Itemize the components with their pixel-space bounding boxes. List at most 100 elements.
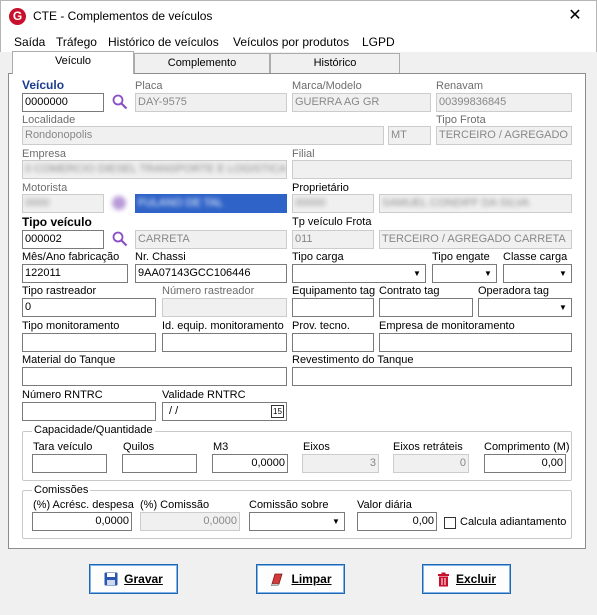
quilos-label: Quilos bbox=[123, 441, 155, 453]
placa-field: DAY-9575 bbox=[135, 93, 287, 112]
save-icon bbox=[104, 572, 118, 586]
empresa-monitoramento-input[interactable] bbox=[379, 333, 572, 352]
capacidade-title: Capacidade/Quantidade bbox=[32, 424, 155, 436]
localidade-label: Localidade bbox=[22, 114, 76, 126]
search-icon[interactable] bbox=[112, 231, 128, 247]
tipo-rastreador-label: Tipo rastreador bbox=[22, 285, 97, 297]
tipo-monitoramento-label: Tipo monitoramento bbox=[22, 320, 120, 332]
classe-carga-label: Classe carga bbox=[503, 251, 568, 263]
veiculo-code-input[interactable]: 0000000 bbox=[22, 93, 104, 112]
menu-historico-veiculos[interactable]: Histórico de veículos bbox=[108, 35, 219, 49]
acresc-input[interactable]: 0,0000 bbox=[32, 512, 132, 531]
gravar-button[interactable]: Gravar bbox=[89, 564, 178, 594]
tp-veiculo-frota-label: Tp veículo Frota bbox=[292, 216, 372, 228]
comissoes-title: Comissões bbox=[32, 484, 91, 496]
valor-diaria-input[interactable]: 0,00 bbox=[357, 512, 437, 531]
chassi-input[interactable]: 9AA07143GCC106446 bbox=[135, 264, 287, 283]
excluir-button[interactable]: Excluir bbox=[422, 564, 511, 594]
tipo-engate-select[interactable]: ▼ bbox=[432, 264, 497, 283]
proprietario-code-field: 00000 bbox=[292, 194, 374, 213]
prov-tecno-label: Prov. tecno. bbox=[292, 320, 350, 332]
motorista-name-field[interactable]: FULANO DE TAL bbox=[135, 194, 287, 213]
contrato-tag-label: Contrato tag bbox=[379, 285, 440, 297]
eixos-retrateis-field: 0 bbox=[393, 454, 469, 473]
equipamento-tag-input[interactable] bbox=[292, 298, 374, 317]
valor-diaria-label: Valor diária bbox=[357, 499, 412, 511]
uf-field: MT bbox=[388, 126, 431, 145]
renavam-field: 00399836845 bbox=[436, 93, 572, 112]
proprietario-code-value: 00000 bbox=[295, 197, 326, 209]
tipo-carga-select[interactable]: ▼ bbox=[292, 264, 426, 283]
operadora-tag-label: Operadora tag bbox=[478, 285, 549, 297]
trash-icon bbox=[437, 572, 449, 586]
material-tanque-input[interactable] bbox=[22, 367, 287, 386]
eixos-retrateis-label: Eixos retráteis bbox=[393, 441, 463, 453]
close-icon[interactable]: ✕ bbox=[564, 5, 586, 27]
tipo-monitoramento-input[interactable] bbox=[22, 333, 156, 352]
tab-complemento[interactable]: Complemento bbox=[134, 53, 270, 73]
m3-label: M3 bbox=[213, 441, 229, 453]
tipo-engate-label: Tipo engate bbox=[432, 251, 490, 263]
classe-carga-select[interactable]: ▼ bbox=[503, 264, 572, 283]
placa-label: Placa bbox=[135, 80, 163, 92]
rntrc-label: Número RNTRC bbox=[22, 389, 103, 401]
tab-veiculo[interactable]: Veículo bbox=[12, 51, 134, 74]
operadora-tag-select[interactable]: ▼ bbox=[478, 298, 572, 317]
validade-rntrc-value: / / bbox=[169, 405, 179, 417]
tipo-rastreador-input[interactable]: 0 bbox=[22, 298, 156, 317]
menu-trafego[interactable]: Tráfego bbox=[56, 35, 97, 49]
window-title: CTE - Complementos de veículos bbox=[33, 9, 213, 23]
m3-input[interactable]: 0,0000 bbox=[212, 454, 288, 473]
mes-ano-input[interactable]: 122011 bbox=[22, 264, 128, 283]
limpar-label: Limpar bbox=[291, 572, 332, 586]
menu-saida[interactable]: Saída bbox=[14, 35, 45, 49]
proprietario-name-field: SAMUEL CONDIFF DA SILVA bbox=[379, 194, 572, 213]
tipo-veiculo-desc-field: CARRETA bbox=[135, 230, 287, 249]
quilos-input[interactable] bbox=[122, 454, 197, 473]
comprimento-label: Comprimento (M) bbox=[484, 441, 570, 453]
prov-tecno-input[interactable] bbox=[292, 333, 374, 352]
revestimento-tanque-input[interactable] bbox=[292, 367, 572, 386]
validade-rntrc-input[interactable]: / / 15 bbox=[162, 402, 287, 421]
mes-ano-label: Mês/Ano fabricação bbox=[22, 251, 120, 263]
menu-veiculos-produtos[interactable]: Veículos por produtos bbox=[233, 35, 349, 49]
menu-lgpd[interactable]: LGPD bbox=[362, 35, 395, 49]
empresa-value: 0 COMERCIO DIESEL TRANSPORTE E LOGISTICA… bbox=[25, 163, 286, 175]
proprietario-name-value: SAMUEL CONDIFF DA SILVA bbox=[382, 197, 530, 209]
tab-historico[interactable]: Histórico bbox=[270, 53, 400, 73]
contrato-tag-input[interactable] bbox=[379, 298, 473, 317]
revestimento-tanque-label: Revestimento do Tanque bbox=[292, 354, 414, 366]
marca-modelo-field: GUERRA AG GR bbox=[292, 93, 431, 112]
id-equip-input[interactable] bbox=[162, 333, 287, 352]
acresc-label: (%) Acrésc. despesa bbox=[33, 499, 134, 511]
tipo-carga-label: Tipo carga bbox=[292, 251, 344, 263]
tara-label: Tara veículo bbox=[33, 441, 93, 453]
tipo-veiculo-input[interactable]: 000002 bbox=[22, 230, 104, 249]
chevron-down-icon: ▼ bbox=[413, 269, 421, 278]
comprimento-input[interactable]: 0,00 bbox=[484, 454, 566, 473]
comissao-field: 0,0000 bbox=[140, 512, 240, 531]
comissao-sobre-select[interactable]: ▼ bbox=[249, 512, 345, 531]
rntrc-input[interactable] bbox=[22, 402, 156, 421]
veiculo-label: Veículo bbox=[22, 78, 65, 92]
gravar-label: Gravar bbox=[124, 572, 163, 586]
marca-modelo-label: Marca/Modelo bbox=[292, 80, 362, 92]
search-icon[interactable] bbox=[112, 94, 128, 110]
tipo-frota-field: TERCEIRO / AGREGADO C bbox=[436, 126, 572, 145]
comissao-label: (%) Comissão bbox=[140, 499, 210, 511]
calendar-icon[interactable]: 15 bbox=[271, 405, 284, 418]
tara-input[interactable] bbox=[32, 454, 107, 473]
validade-rntrc-label: Validade RNTRC bbox=[162, 389, 246, 401]
limpar-button[interactable]: Limpar bbox=[256, 564, 345, 594]
search-icon bbox=[112, 196, 126, 210]
motorista-code-field: 0000 bbox=[22, 194, 104, 213]
id-equip-label: Id. equip. monitoramento bbox=[162, 320, 284, 332]
material-tanque-label: Material do Tanque bbox=[22, 354, 116, 366]
empresa-field: 0 COMERCIO DIESEL TRANSPORTE E LOGISTICA… bbox=[22, 160, 287, 179]
chevron-down-icon: ▼ bbox=[484, 269, 492, 278]
chevron-down-icon: ▼ bbox=[332, 517, 340, 526]
tipo-frota-label: Tipo Frota bbox=[436, 114, 486, 126]
comissao-sobre-label: Comissão sobre bbox=[249, 499, 329, 511]
calcula-adiantamento-checkbox[interactable] bbox=[444, 517, 456, 529]
motorista-code-value: 0000 bbox=[25, 197, 50, 209]
